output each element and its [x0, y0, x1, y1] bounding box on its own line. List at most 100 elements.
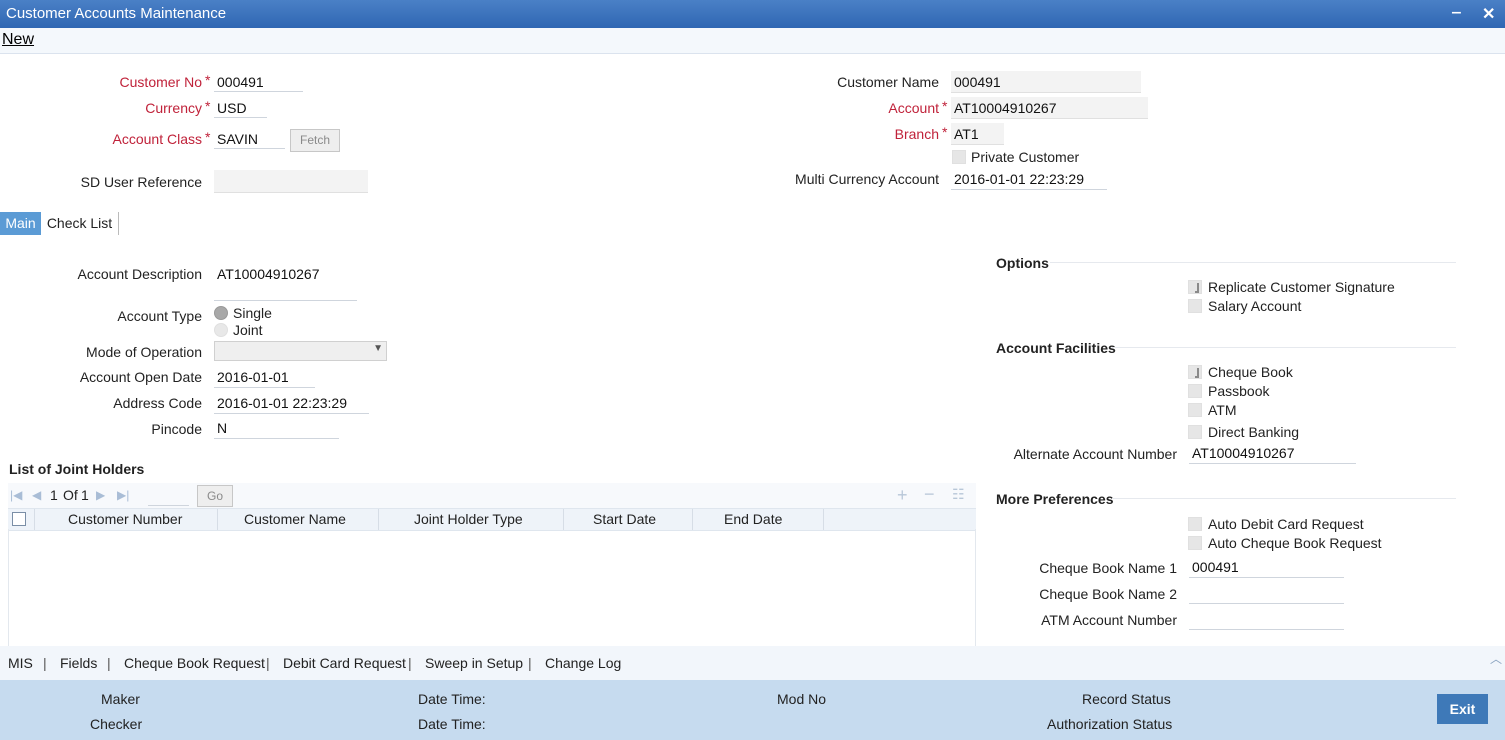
- cheque-book-name1-input[interactable]: [1189, 557, 1344, 578]
- mode-of-operation-label: Mode of Operation: [86, 344, 202, 360]
- customer-name-input[interactable]: [951, 71, 1141, 93]
- account-label: Account: [888, 100, 939, 116]
- account-type-label: Account Type: [117, 308, 202, 324]
- chevron-up-icon[interactable]: ︿: [1490, 650, 1502, 667]
- passbook-label: Passbook: [1208, 383, 1270, 399]
- address-code-label: Address Code: [113, 395, 202, 411]
- go-button[interactable]: Go: [197, 485, 233, 507]
- private-customer-checkbox[interactable]: [952, 150, 966, 164]
- col-customer-number[interactable]: Customer Number: [68, 511, 182, 527]
- single-label: Single: [233, 305, 272, 321]
- options-divider: [1050, 262, 1456, 263]
- atm-checkbox[interactable]: [1188, 403, 1202, 417]
- sweep-in-setup-link[interactable]: Sweep in Setup: [425, 655, 523, 671]
- select-all-checkbox[interactable]: [12, 512, 26, 526]
- action-bar: New: [0, 28, 1505, 54]
- debit-card-request-link[interactable]: Debit Card Request: [283, 655, 406, 671]
- auto-debit-card-checkbox[interactable]: [1188, 517, 1202, 531]
- tab-check-list[interactable]: Check List: [41, 212, 119, 235]
- alternate-account-input[interactable]: [1189, 443, 1356, 464]
- col-start-date[interactable]: Start Date: [593, 511, 656, 527]
- auto-cheque-book-checkbox[interactable]: [1188, 536, 1202, 550]
- preferences-title: More Preferences: [996, 491, 1114, 507]
- customer-name-label: Customer Name: [837, 74, 939, 90]
- change-log-link[interactable]: Change Log: [545, 655, 621, 671]
- direct-banking-label: Direct Banking: [1208, 424, 1300, 440]
- customer-no-label: Customer No: [119, 74, 202, 90]
- replicate-signature-checkbox[interactable]: [1188, 280, 1202, 294]
- account-class-input[interactable]: [214, 129, 285, 149]
- next-page-icon[interactable]: ▶: [96, 488, 105, 502]
- joint-holders-title: List of Joint Holders: [9, 461, 145, 477]
- replicate-signature-label: Replicate Customer Signature: [1208, 279, 1395, 295]
- pager-go-input[interactable]: [148, 485, 189, 506]
- tab-main[interactable]: Main: [0, 212, 41, 235]
- fields-link[interactable]: Fields: [60, 655, 97, 671]
- add-row-icon[interactable]: +: [897, 485, 908, 506]
- multi-currency-input[interactable]: [951, 169, 1107, 190]
- pincode-input[interactable]: [214, 418, 339, 439]
- mis-link[interactable]: MIS: [8, 655, 33, 671]
- audit-footer: Maker Checker Date Time: Date Time: Mod …: [0, 680, 1505, 740]
- delete-row-icon[interactable]: −: [924, 484, 935, 505]
- joint-radio[interactable]: [214, 323, 228, 337]
- pager-total: 1: [81, 487, 89, 503]
- prev-page-icon[interactable]: ◀: [32, 488, 41, 502]
- authorization-status-label: Authorization Status: [1047, 716, 1173, 732]
- atm-account-number-input[interactable]: [1189, 609, 1344, 630]
- single-radio[interactable]: [214, 306, 228, 320]
- branch-input[interactable]: [951, 123, 1004, 145]
- last-page-icon[interactable]: ▶|: [117, 488, 129, 502]
- pager-current: 1: [50, 487, 58, 503]
- chevron-down-icon: ▼: [373, 343, 383, 354]
- required-star: *: [205, 72, 211, 88]
- currency-label: Currency: [145, 100, 202, 116]
- row-details-icon[interactable]: ☷: [952, 486, 965, 503]
- mod-no-label: Mod No: [777, 691, 827, 707]
- atm-label: ATM: [1208, 402, 1237, 418]
- account-class-label: Account Class: [112, 131, 202, 147]
- exit-button[interactable]: Exit: [1437, 694, 1488, 724]
- link-separator: |: [43, 655, 47, 671]
- col-customer-name[interactable]: Customer Name: [244, 511, 346, 527]
- sd-user-ref-label: SD User Reference: [80, 174, 202, 190]
- auto-cheque-book-label: Auto Cheque Book Request: [1208, 535, 1382, 551]
- minimize-icon[interactable]: ‒: [1452, 4, 1461, 22]
- address-code-input[interactable]: [214, 393, 369, 414]
- currency-input[interactable]: [214, 98, 267, 118]
- close-icon[interactable]: ✕: [1482, 4, 1495, 24]
- cheque-book-name1-label: Cheque Book Name 1: [1039, 560, 1177, 576]
- link-separator: |: [266, 655, 270, 671]
- account-open-date-input[interactable]: [214, 367, 315, 388]
- direct-banking-checkbox[interactable]: [1188, 425, 1202, 439]
- alternate-account-label: Alternate Account Number: [1013, 446, 1177, 462]
- cheque-book-name2-label: Cheque Book Name 2: [1039, 586, 1177, 602]
- new-link[interactable]: New: [2, 31, 34, 49]
- multi-currency-label: Multi Currency Account: [795, 171, 939, 187]
- sd-user-ref-input[interactable]: [214, 170, 368, 193]
- options-title: Options: [996, 255, 1049, 271]
- customer-no-input[interactable]: [214, 72, 303, 92]
- cheque-book-checkbox[interactable]: [1188, 365, 1202, 379]
- col-end-date[interactable]: End Date: [724, 511, 782, 527]
- link-separator: |: [528, 655, 532, 671]
- cheque-book-name2-input[interactable]: [1189, 583, 1344, 604]
- facilities-divider: [1112, 347, 1456, 348]
- joint-label: Joint: [233, 322, 263, 338]
- col-joint-holder-type[interactable]: Joint Holder Type: [414, 511, 523, 527]
- link-separator: |: [107, 655, 111, 671]
- account-description-input[interactable]: [214, 263, 357, 301]
- first-page-icon[interactable]: |◀: [10, 488, 22, 502]
- checker-label: Checker: [90, 716, 143, 732]
- window-title: Customer Accounts Maintenance: [6, 5, 227, 22]
- fetch-button[interactable]: Fetch: [290, 129, 340, 152]
- salary-account-checkbox[interactable]: [1188, 299, 1202, 313]
- account-input[interactable]: [951, 97, 1148, 119]
- joint-holders-header: Customer Number Customer Name Joint Hold…: [8, 508, 976, 531]
- mode-of-operation-select[interactable]: ▼: [214, 341, 387, 361]
- required-star: *: [205, 98, 211, 114]
- cheque-book-request-link[interactable]: Cheque Book Request: [124, 655, 265, 671]
- passbook-checkbox[interactable]: [1188, 384, 1202, 398]
- link-separator: |: [408, 655, 412, 671]
- pager-of: Of: [63, 487, 78, 503]
